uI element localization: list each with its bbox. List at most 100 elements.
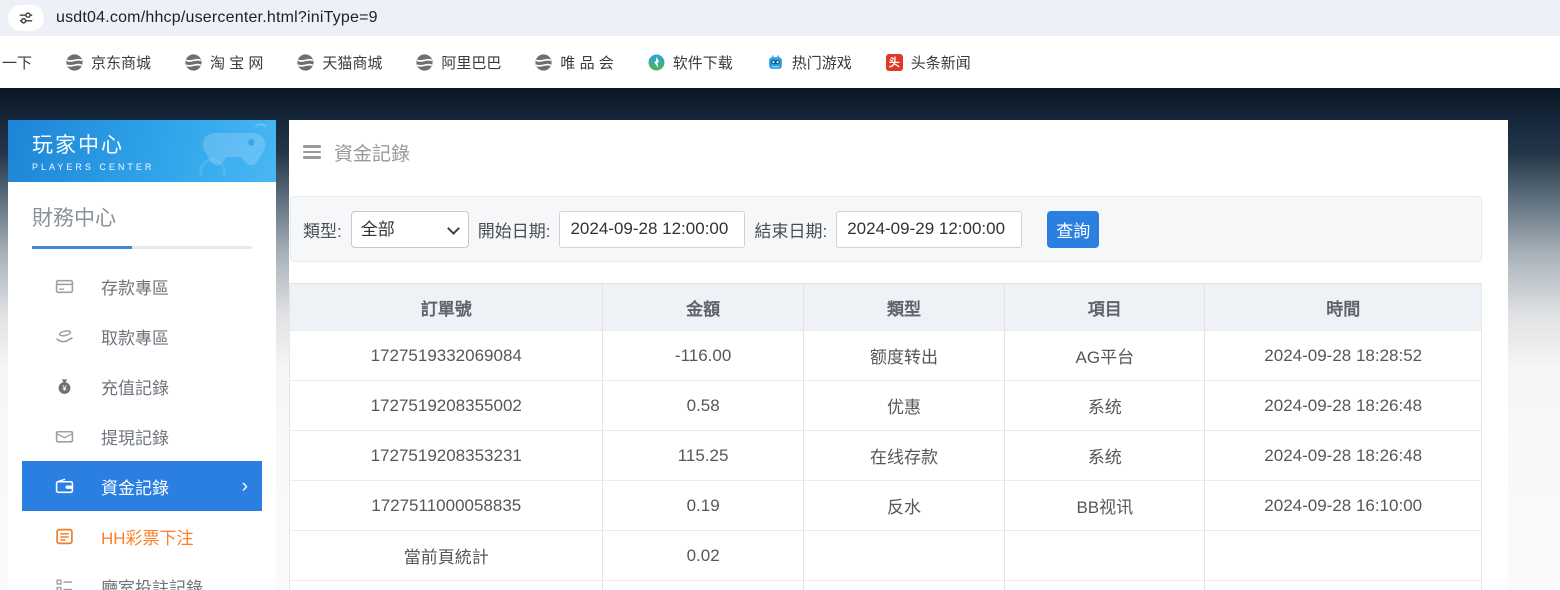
sidebar-item-label: HH彩票下注 (101, 524, 194, 549)
finance-center-section: 財務中心 (8, 182, 276, 249)
funds-records-table: 訂單號 金額 類型 項目 時間 1727519332069084 -116.00… (289, 283, 1482, 590)
start-date-input[interactable] (559, 211, 745, 248)
bookmark-item-jd[interactable]: 京东商城 (66, 52, 151, 73)
bookmark-label: 天猫商城 (322, 52, 382, 73)
sidebar-item-label: 廳室投註記錄 (101, 574, 203, 590)
bookmark-label: 头条新闻 (911, 52, 971, 73)
sidebar-item-label: 存款專區 (101, 274, 169, 299)
cell-empty (1205, 581, 1482, 590)
type-filter-label: 類型: (303, 217, 342, 242)
table-row: 1727511000058835 0.19 反水 BB视讯 2024-09-28… (290, 481, 1482, 531)
start-date-label: 開始日期: (478, 217, 551, 242)
chevron-right-icon: › (242, 477, 248, 496)
cell-summary-amount: 0.02 (603, 531, 803, 581)
sidebar: 玩家中心 PLAYERS CENTER 財務中心 存款專區 取款專區 (8, 120, 276, 590)
url-text[interactable]: usdt04.com/hhcp/usercenter.html?iniType=… (56, 9, 378, 27)
cell-amount: -116.00 (603, 331, 803, 381)
deposit-card-icon (55, 277, 74, 296)
bookmark-item-alibaba[interactable]: 阿里巴巴 (416, 52, 501, 73)
cell-empty (603, 581, 803, 590)
cell-item: BB视讯 (1005, 481, 1205, 531)
cell-empty (1005, 531, 1205, 581)
main-panel: 資金記錄 類型: 全部 開始日期: 結束日期: 查詢 訂單號 金額 (289, 120, 1508, 590)
bookmark-label: 软件下载 (673, 52, 733, 73)
cell-time: 2024-09-28 18:28:52 (1205, 331, 1482, 381)
cell-empty (1205, 531, 1482, 581)
end-date-label: 結束日期: (754, 217, 827, 242)
sidebar-header: 玩家中心 PLAYERS CENTER (8, 120, 276, 182)
bookmark-item-partial[interactable]: 一下 (2, 52, 32, 73)
toutiao-news-icon: 头 (886, 54, 903, 71)
bookmark-item-taobao[interactable]: 淘 宝 网 (185, 52, 263, 73)
page-background: 玩家中心 PLAYERS CENTER 財務中心 存款專區 取款專區 (0, 88, 1560, 590)
cell-empty (803, 531, 1004, 581)
money-bag-icon: ¥ (55, 377, 74, 396)
bookmark-label: 唯 品 会 (560, 52, 613, 73)
cell-order-no: 1727511000058835 (290, 481, 603, 531)
sidebar-item-recharge-records[interactable]: ¥ 充值記錄 (22, 361, 262, 411)
bookmark-label: 京东商城 (91, 52, 151, 73)
finance-center-underline (32, 246, 252, 249)
cell-order-no: 1727519208355002 (290, 381, 603, 431)
cell-time: 2024-09-28 16:10:00 (1205, 481, 1482, 531)
hamburger-menu-icon[interactable] (303, 142, 321, 162)
sidebar-item-label: 充值記錄 (101, 374, 169, 399)
bookmark-label: 阿里巴巴 (441, 52, 501, 73)
bookmark-item-games[interactable]: 热门游戏 (767, 52, 852, 73)
globe-icon (535, 54, 552, 71)
cell-empty (1005, 581, 1205, 590)
sidebar-item-deposit-zone[interactable]: 存款專區 (22, 261, 262, 311)
browser-address-bar[interactable]: usdt04.com/hhcp/usercenter.html?iniType=… (0, 0, 1560, 36)
sidebar-item-withdrawal-records[interactable]: 提現記錄 (22, 411, 262, 461)
envelope-money-icon (55, 427, 74, 446)
globe-icon (66, 54, 83, 71)
bookmark-item-vip[interactable]: 唯 品 会 (535, 52, 613, 73)
bookmark-label: 一下 (2, 52, 32, 73)
table-row: 1727519208353231 115.25 在线存款 系统 2024-09-… (290, 431, 1482, 481)
cell-time: 2024-09-28 18:26:48 (1205, 431, 1482, 481)
sidebar-item-withdraw-zone[interactable]: 取款專區 (22, 311, 262, 361)
bookmark-item-tmall[interactable]: 天猫商城 (297, 52, 382, 73)
sidebar-menu: 存款專區 取款專區 ¥ 充值記錄 提現記錄 資金記錄 › HH彩票下注 (8, 261, 276, 590)
type-select-wrapper: 全部 (351, 211, 469, 248)
cell-type: 额度转出 (803, 331, 1004, 381)
bookmark-item-toutiao[interactable]: 头 头条新闻 (886, 52, 971, 73)
cell-order-no: 1727519208353231 (290, 431, 603, 481)
column-header-item: 項目 (1005, 284, 1205, 331)
wallet-icon (55, 477, 74, 496)
column-header-amount: 金額 (603, 284, 803, 331)
cell-item: 系统 (1005, 381, 1205, 431)
sidebar-item-label: 提現記錄 (101, 424, 169, 449)
sidebar-item-hh-lottery-bets[interactable]: HH彩票下注 (22, 511, 262, 561)
bookmark-label: 淘 宝 网 (210, 52, 263, 73)
software-download-icon (648, 54, 665, 71)
sidebar-item-funds-records[interactable]: 資金記錄 › (22, 461, 262, 511)
sidebar-item-label: 資金記錄 (101, 474, 169, 499)
column-header-time: 時間 (1205, 284, 1482, 331)
room-list-icon (55, 577, 74, 590)
sidebar-item-label: 取款專區 (101, 324, 169, 349)
site-permissions-chip[interactable] (8, 5, 44, 31)
hot-games-icon (767, 54, 784, 71)
cell-item: 系统 (1005, 431, 1205, 481)
main-header: 資金記錄 (289, 120, 1482, 184)
search-button[interactable]: 查詢 (1047, 211, 1099, 248)
cell-type: 反水 (803, 481, 1004, 531)
bookmark-label: 热门游戏 (792, 52, 852, 73)
sidebar-item-room-bet-records[interactable]: 廳室投註記錄 (22, 561, 262, 590)
gamepad-decoration-icon (194, 122, 274, 176)
table-row-page-summary: 當前頁統計 0.02 (290, 531, 1482, 581)
globe-icon (416, 54, 433, 71)
cell-item: AG平台 (1005, 331, 1205, 381)
table-row-partial (290, 581, 1482, 590)
type-select[interactable]: 全部 (351, 211, 469, 248)
bookmarks-bar: 一下 京东商城 淘 宝 网 天猫商城 阿里巴巴 唯 品 会 软件下载 (0, 36, 1560, 88)
bookmark-item-software[interactable]: 软件下载 (648, 52, 733, 73)
end-date-input[interactable] (836, 211, 1022, 248)
column-header-type: 類型 (803, 284, 1004, 331)
hand-money-icon (55, 327, 74, 346)
cell-empty (803, 581, 1004, 590)
table-row: 1727519332069084 -116.00 额度转出 AG平台 2024-… (290, 331, 1482, 381)
cell-amount: 0.58 (603, 381, 803, 431)
column-header-order-no: 訂單號 (290, 284, 603, 331)
